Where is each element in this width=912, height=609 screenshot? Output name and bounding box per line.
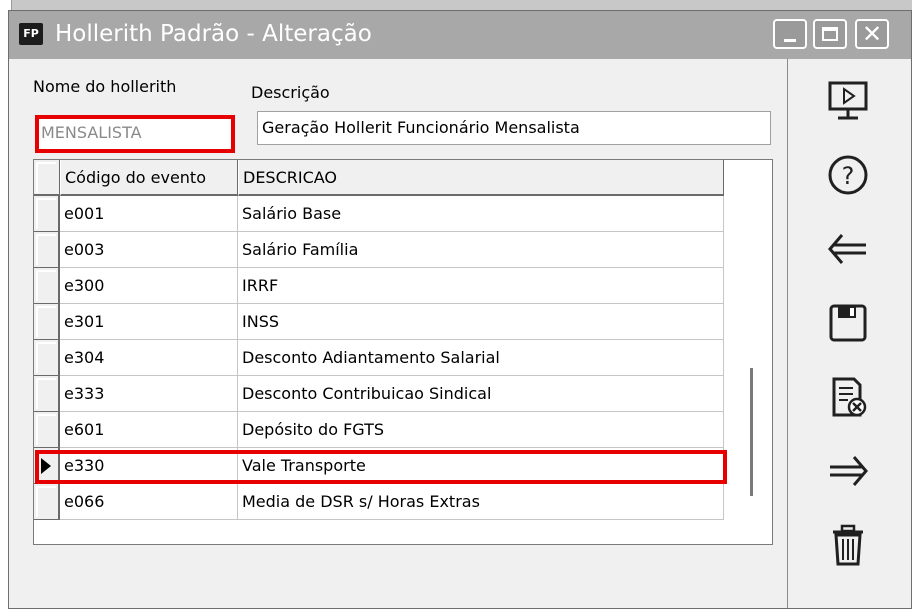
cell-event-code[interactable]: e001	[60, 196, 238, 232]
row-indicator-cell[interactable]	[34, 448, 60, 484]
close-icon: ✕	[861, 20, 883, 48]
table-row[interactable]: e333 Desconto Contribuicao Sindical	[34, 376, 724, 412]
nome-hollerith-label: Nome do hollerith	[33, 77, 177, 96]
header-indicator-cell	[34, 160, 60, 196]
cell-event-description[interactable]: Desconto Adiantamento Salarial	[238, 340, 724, 376]
row-indicator-cell[interactable]	[34, 304, 60, 340]
descricao-label: Descrição	[251, 83, 330, 102]
column-header-codigo[interactable]: Código do evento	[60, 160, 238, 196]
cell-event-description[interactable]: INSS	[238, 304, 724, 340]
table-row[interactable]: e330 Vale Transporte	[34, 448, 724, 484]
dialog-window: FP Hollerith Padrão - Alteração ✕ Nome d…	[8, 10, 912, 609]
delete-button[interactable]	[818, 517, 878, 573]
cell-event-code[interactable]: e300	[60, 268, 238, 304]
forward-arrow-icon	[830, 456, 868, 486]
table-row[interactable]: e601 Depósito do FGTS	[34, 412, 724, 448]
help-button[interactable]: ?	[818, 147, 878, 203]
row-indicator-cell[interactable]	[34, 376, 60, 412]
maximize-icon	[822, 27, 838, 41]
cell-event-description[interactable]: Salário Família	[238, 232, 724, 268]
cancel-button[interactable]	[818, 369, 878, 425]
app-icon: FP	[19, 23, 43, 45]
save-icon	[829, 304, 867, 342]
table-row[interactable]: e301 INSS	[34, 304, 724, 340]
svg-text:?: ?	[842, 162, 855, 190]
cell-event-description[interactable]: Salário Base	[238, 196, 724, 232]
cell-event-code[interactable]: e003	[60, 232, 238, 268]
row-indicator-cell[interactable]	[34, 268, 60, 304]
table-row[interactable]: e003 Salário Família	[34, 232, 724, 268]
cell-event-code[interactable]: e333	[60, 376, 238, 412]
side-toolbar: ?	[787, 59, 911, 608]
cell-event-code[interactable]: e066	[60, 484, 238, 520]
row-indicator-cell[interactable]	[34, 232, 60, 268]
cell-event-code[interactable]: e330	[60, 448, 238, 484]
cell-event-description[interactable]: Vale Transporte	[238, 448, 724, 484]
minimize-button[interactable]	[773, 19, 807, 49]
cell-event-description[interactable]: Depósito do FGTS	[238, 412, 724, 448]
title-bar[interactable]: FP Hollerith Padrão - Alteração ✕	[9, 11, 911, 59]
row-indicator-cell[interactable]	[34, 340, 60, 376]
cell-event-code[interactable]: e601	[60, 412, 238, 448]
grid-scrollbar[interactable]	[750, 368, 753, 496]
save-button[interactable]	[818, 295, 878, 351]
cell-event-description[interactable]: Desconto Contribuicao Sindical	[238, 376, 724, 412]
cell-event-description[interactable]: Media de DSR s/ Horas Extras	[238, 484, 724, 520]
descricao-field[interactable]: Geração Hollerit Funcionário Mensalista	[257, 111, 771, 145]
minimize-icon	[784, 39, 796, 42]
table-row[interactable]: e304 Desconto Adiantamento Salarial	[34, 340, 724, 376]
row-indicator-cell[interactable]	[34, 196, 60, 232]
events-grid[interactable]: Código do evento DESCRICAO e001 Salário B…	[33, 159, 773, 545]
cancel-document-icon	[832, 377, 867, 417]
nome-hollerith-field[interactable]: MENSALISTA	[35, 115, 235, 153]
window-title: Hollerith Padrão - Alteração	[55, 21, 372, 47]
forward-button[interactable]	[818, 443, 878, 499]
help-icon: ?	[828, 155, 868, 195]
column-header-descricao[interactable]: DESCRICAO	[238, 160, 724, 196]
row-indicator-cell[interactable]	[34, 484, 60, 520]
preview-button[interactable]	[818, 73, 878, 129]
grid-header: Código do evento DESCRICAO	[34, 160, 724, 196]
cell-event-code[interactable]: e304	[60, 340, 238, 376]
row-indicator-cell[interactable]	[34, 412, 60, 448]
cell-event-description[interactable]: IRRF	[238, 268, 724, 304]
trash-icon	[833, 524, 863, 566]
cell-event-code[interactable]: e301	[60, 304, 238, 340]
back-button[interactable]	[818, 221, 878, 277]
table-row[interactable]: e300 IRRF	[34, 268, 724, 304]
table-row[interactable]: e066 Media de DSR s/ Horas Extras	[34, 484, 724, 520]
current-row-arrow-icon	[41, 458, 51, 474]
monitor-play-icon	[828, 81, 868, 120]
back-arrow-icon	[828, 234, 866, 264]
table-row[interactable]: e001 Salário Base	[34, 196, 724, 232]
maximize-button[interactable]	[813, 19, 847, 49]
close-button[interactable]: ✕	[855, 19, 889, 49]
